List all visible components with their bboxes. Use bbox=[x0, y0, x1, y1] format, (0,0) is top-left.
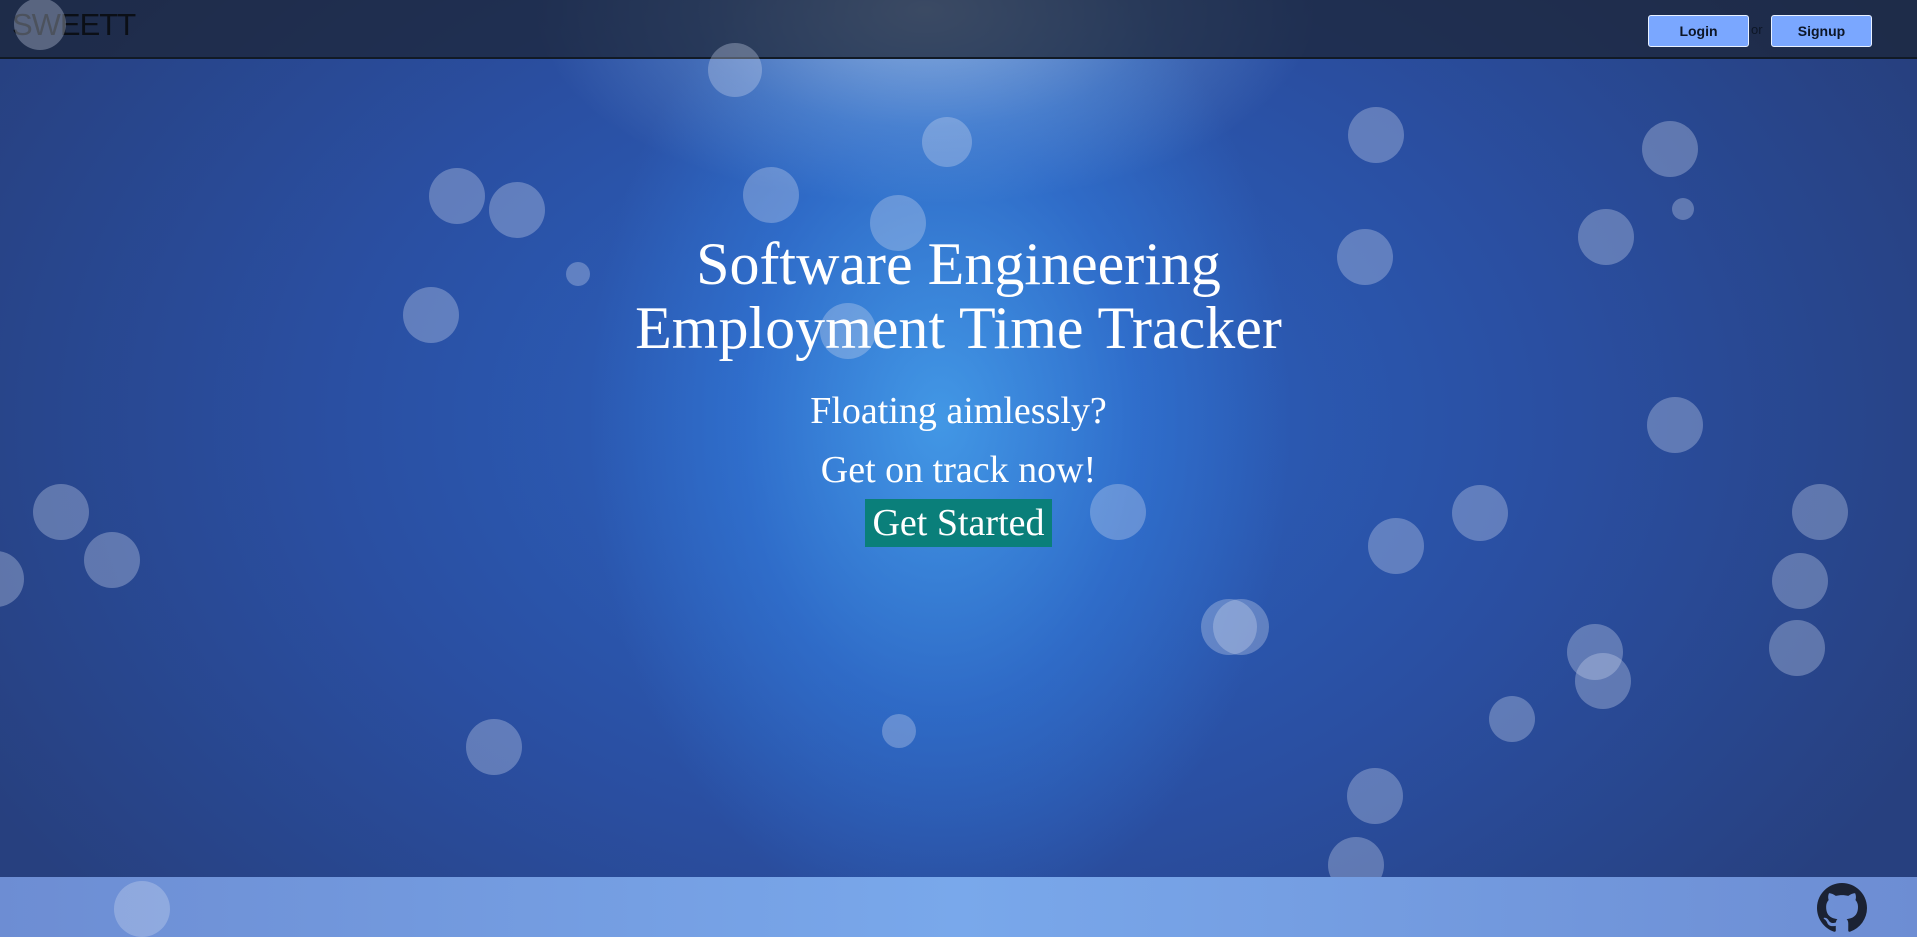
bubble bbox=[1769, 620, 1825, 676]
hero-section: Software Engineering Employment Time Tra… bbox=[0, 232, 1917, 547]
bubble bbox=[489, 182, 545, 238]
bubble bbox=[1575, 653, 1631, 709]
bubble bbox=[114, 881, 170, 937]
bubble bbox=[708, 43, 762, 97]
page-title: Software Engineering Employment Time Tra… bbox=[0, 232, 1917, 360]
tagline-call-to-action: Get on track now! bbox=[820, 449, 1097, 491]
bubble bbox=[1347, 768, 1403, 824]
bubble bbox=[1672, 198, 1694, 220]
signup-button[interactable]: Signup bbox=[1771, 15, 1872, 47]
or-separator: or bbox=[1751, 22, 1763, 37]
tagline-question: Floating aimlessly? bbox=[810, 390, 1107, 432]
bubble bbox=[466, 719, 522, 775]
bubble bbox=[1642, 121, 1698, 177]
bubble bbox=[922, 117, 972, 167]
bubble bbox=[429, 168, 485, 224]
bubble bbox=[743, 167, 799, 223]
bubble bbox=[882, 714, 916, 748]
footer-bar bbox=[0, 877, 1917, 937]
bubble bbox=[1348, 107, 1404, 163]
bubble bbox=[1772, 553, 1828, 609]
title-line-1: Software Engineering bbox=[696, 231, 1221, 297]
login-button[interactable]: Login bbox=[1648, 15, 1749, 47]
bubble bbox=[1489, 696, 1535, 742]
title-line-2: Employment Time Tracker bbox=[635, 295, 1282, 361]
bubble bbox=[14, 0, 66, 50]
bubble bbox=[0, 551, 24, 607]
bubble bbox=[1213, 599, 1269, 655]
github-icon[interactable] bbox=[1817, 883, 1867, 933]
top-nav-bar: SWEETT Login or Signup bbox=[0, 0, 1917, 59]
get-started-button[interactable]: Get Started bbox=[865, 499, 1052, 547]
